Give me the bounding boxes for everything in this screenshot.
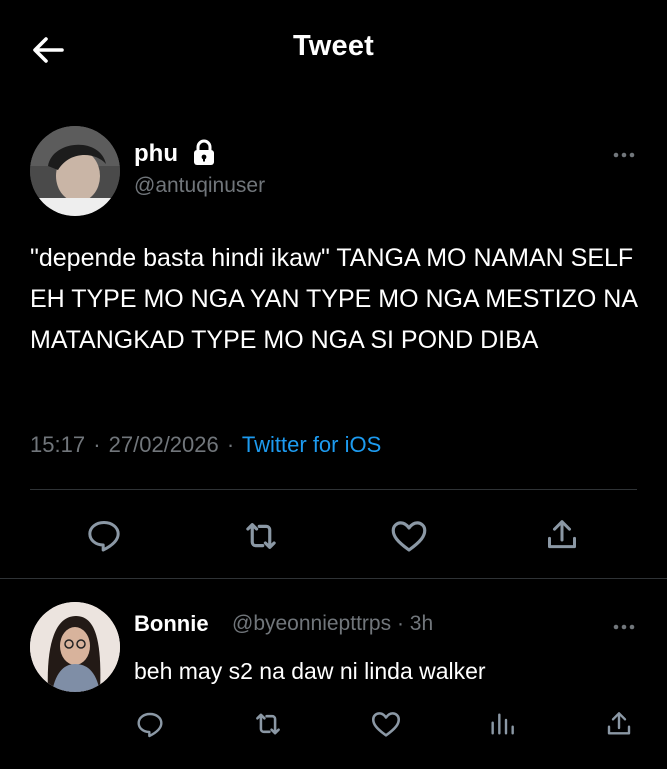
reply-author-meta: @byeonniepttrps · 3h <box>232 612 433 636</box>
tweet-meta: 15:17 · 27/02/2026 · Twitter for iOS <box>30 432 381 458</box>
tweet-date: 27/02/2026 <box>108 432 219 457</box>
divider <box>0 578 667 579</box>
author-handle[interactable]: @antuqinuser <box>134 174 265 198</box>
top-bar: Tweet <box>0 0 667 100</box>
tweet-text: "depende basta hindi ikaw" TANGA MO NAMA… <box>30 244 637 354</box>
reply-icon[interactable] <box>84 515 124 555</box>
more-horizontal-icon[interactable] <box>607 148 641 162</box>
reply-author-name[interactable]: Bonnie <box>134 611 209 637</box>
heart-icon[interactable] <box>369 707 403 741</box>
retweet-icon[interactable] <box>251 707 285 741</box>
reply-author-avatar[interactable] <box>30 602 120 692</box>
meta-separator: · <box>396 612 404 635</box>
author-avatar[interactable] <box>30 126 120 216</box>
heart-icon[interactable] <box>388 515 430 557</box>
divider <box>30 489 637 490</box>
reply-author-handle[interactable]: @byeonniepttrps <box>232 612 391 635</box>
tweet-source-link[interactable]: Twitter for iOS <box>242 432 381 457</box>
page-title: Tweet <box>292 30 375 62</box>
reply-icon[interactable] <box>134 708 166 740</box>
analytics-icon[interactable] <box>486 708 518 740</box>
tweet-time: 15:17 <box>30 432 86 457</box>
author-name[interactable]: phu <box>134 140 178 168</box>
reply-age: 3h <box>409 612 434 635</box>
more-horizontal-icon[interactable] <box>607 620 641 634</box>
meta-separator: · <box>226 432 235 457</box>
share-icon[interactable] <box>603 708 635 740</box>
reply-text: beh may s2 na daw ni linda walker <box>134 658 486 684</box>
share-icon[interactable] <box>542 515 582 555</box>
meta-separator: · <box>93 432 101 457</box>
lock-icon <box>192 138 216 168</box>
retweet-icon[interactable] <box>240 515 282 557</box>
